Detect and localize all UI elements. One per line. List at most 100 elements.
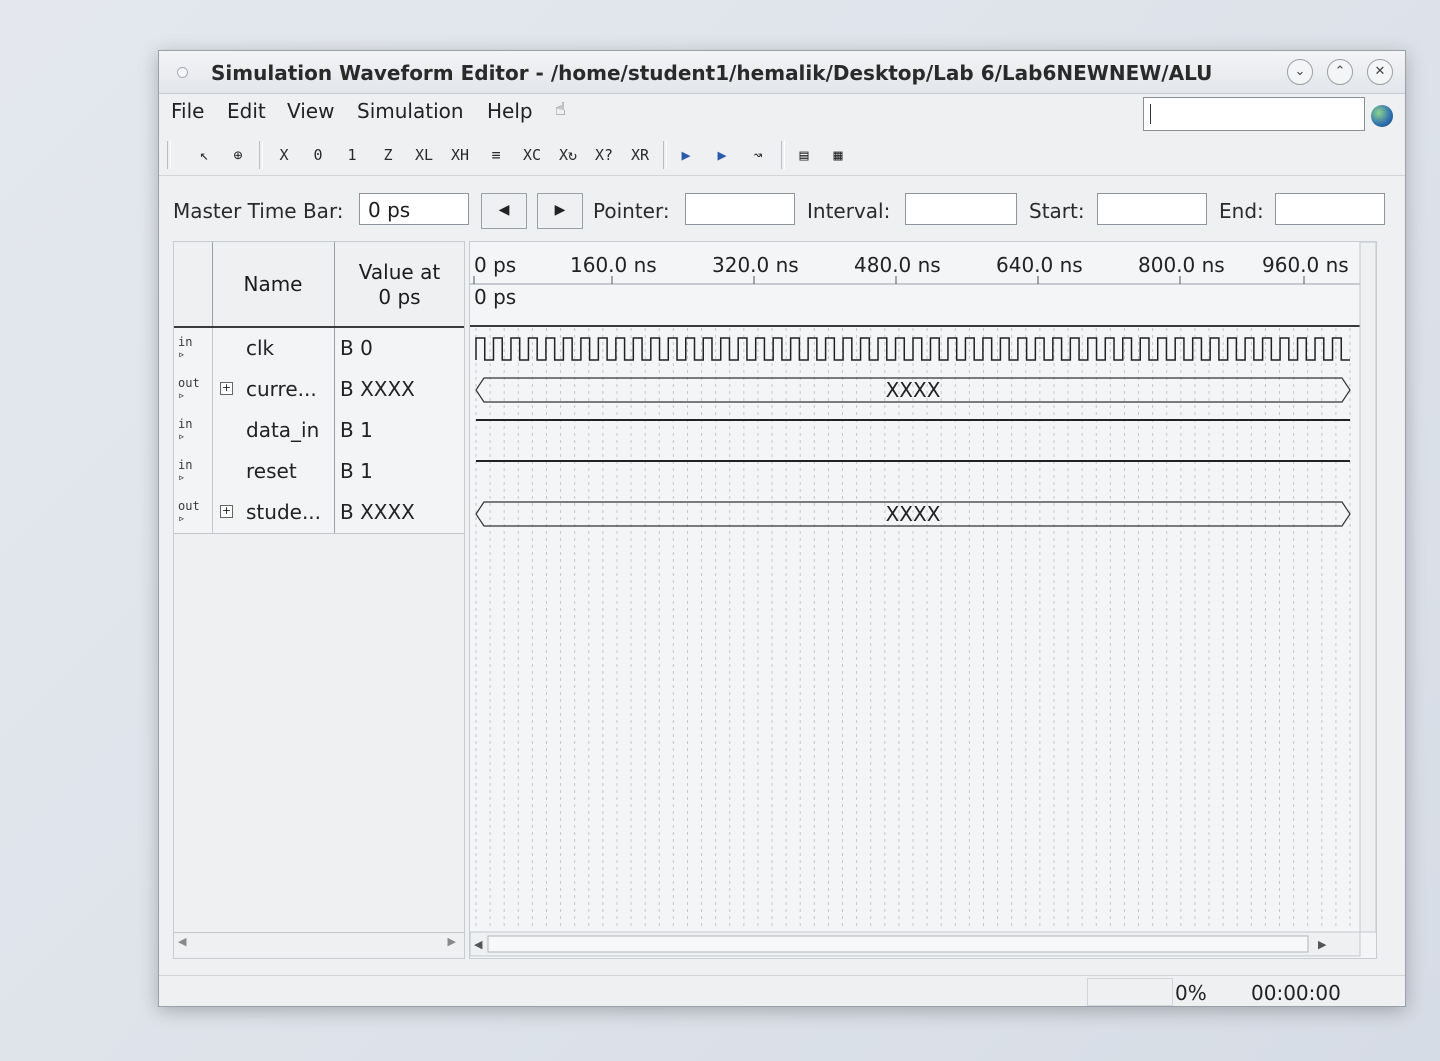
student-bus-value: XXXX <box>886 502 941 526</box>
progress-percent: 0% <box>1175 981 1207 1005</box>
column-divider <box>212 451 213 492</box>
scroll-left-icon[interactable]: ◀ <box>178 935 186 948</box>
count-value-icon[interactable]: XC <box>517 141 547 169</box>
title-bar: Simulation Waveform Editor - /home/stude… <box>159 51 1405 94</box>
signal-value: B 1 <box>340 418 373 442</box>
toolbar-separator <box>259 141 263 169</box>
column-divider <box>334 369 335 410</box>
signal-name: reset <box>246 459 297 483</box>
column-divider <box>212 410 213 451</box>
signal-row-current[interactable]: out ▹ + curre... B XXXX <box>174 369 464 411</box>
input-pin-icon: in ▹ <box>178 417 193 443</box>
signal-name: data_in <box>246 418 320 442</box>
waveform-panel[interactable]: 0 ps 160.0 ns 320.0 ns 480.0 ns 640.0 ns 800.… <box>469 241 1377 959</box>
time-tick-label: 960.0 ns <box>1262 253 1349 277</box>
waveform-editor-window: Simulation Waveform Editor - /home/stude… <box>158 50 1406 1007</box>
start-field[interactable] <box>1097 193 1207 225</box>
snap-to-grid-icon[interactable]: ▤ <box>789 141 819 169</box>
column-divider <box>334 410 335 451</box>
scrollbar-thumb <box>487 935 1309 953</box>
toolbar-grip <box>167 141 171 169</box>
icon-column-header <box>174 242 213 326</box>
clock-value-icon[interactable]: X↻ <box>553 141 583 169</box>
value-header-line1: Value at <box>358 260 441 284</box>
toolbar-separator <box>781 141 785 169</box>
help-pointer-icon[interactable]: ☝ <box>555 99 566 120</box>
status-bar: 0% 00:00:00 <box>159 975 1405 1006</box>
previous-transition-button[interactable]: ◀ <box>481 193 527 229</box>
name-panel-scrollbar[interactable]: ◀ ▶ <box>174 932 464 957</box>
signal-name-panel: Name Value at 0 ps in ▹ clk B 0 out ▹ + cu… <box>173 241 465 959</box>
menu-help[interactable]: Help <box>487 99 533 123</box>
window-menu-icon[interactable] <box>177 67 188 78</box>
expand-icon[interactable]: + <box>220 505 233 518</box>
forcing-low-icon[interactable]: 0 <box>303 141 333 169</box>
arbitrary-value-icon[interactable]: X? <box>589 141 619 169</box>
generate-netlist-icon[interactable]: ↝ <box>743 141 773 169</box>
invert-icon[interactable]: ≡ <box>481 141 511 169</box>
elapsed-time: 00:00:00 <box>1251 981 1341 1005</box>
current-bus-value: XXXX <box>886 378 941 402</box>
window-title: Simulation Waveform Editor - /home/stude… <box>211 61 1213 85</box>
next-transition-button[interactable]: ▶ <box>537 193 583 229</box>
minimize-button[interactable]: ⌄ <box>1287 59 1313 85</box>
selection-tool-icon[interactable]: ↖ <box>189 141 219 169</box>
scroll-right-icon[interactable]: ▶ <box>448 935 456 948</box>
column-divider <box>212 369 213 410</box>
high-impedance-icon[interactable]: Z <box>373 141 403 169</box>
expand-icon[interactable]: + <box>220 382 233 395</box>
pointer-field[interactable] <box>685 193 795 225</box>
master-time-bar-label: Master Time Bar: <box>173 199 344 223</box>
signal-value: B 0 <box>340 336 373 360</box>
signal-row-data-in[interactable]: in ▹ data_in B 1 <box>174 410 464 452</box>
name-column-header[interactable]: Name <box>212 242 335 326</box>
scroll-right-icon: ▶ <box>1318 938 1327 951</box>
time-tick-label: 0 ps <box>474 253 516 277</box>
waveform-canvas[interactable]: 0 ps 160.0 ns 320.0 ns 480.0 ns 640.0 ns 800.… <box>470 242 1376 958</box>
signal-value: B XXXX <box>340 500 415 524</box>
close-button[interactable]: ✕ <box>1367 59 1393 85</box>
globe-icon[interactable] <box>1371 105 1393 127</box>
cursor-time-label: 0 ps <box>474 285 516 309</box>
zoom-tool-icon[interactable]: ⊕ <box>223 141 253 169</box>
value-column-header[interactable]: Value at 0 ps <box>335 242 464 326</box>
functional-simulation-icon[interactable]: ▶ <box>671 141 701 169</box>
scroll-left-icon: ◀ <box>474 938 483 951</box>
menu-view[interactable]: View <box>287 99 334 123</box>
menu-edit[interactable]: Edit <box>227 99 266 123</box>
time-tick-label: 640.0 ns <box>996 253 1083 277</box>
search-input[interactable] <box>1143 97 1365 131</box>
end-field[interactable] <box>1275 193 1385 225</box>
output-pin-icon: out ▹ <box>178 499 200 525</box>
tick-labels: 0 ps 160.0 ns 320.0 ns 480.0 ns 640.0 ns 800.… <box>473 253 1349 284</box>
signal-name: curre... <box>246 377 317 401</box>
random-value-icon[interactable]: XR <box>625 141 655 169</box>
time-tick-label: 480.0 ns <box>854 253 941 277</box>
signal-name: stude... <box>246 500 322 524</box>
signal-row-student[interactable]: out ▹ + stude... B XXXX <box>174 492 464 534</box>
start-label: Start: <box>1029 199 1085 223</box>
weak-high-icon[interactable]: XH <box>445 141 475 169</box>
signal-row-clk[interactable]: in ▹ clk B 0 <box>174 328 464 370</box>
status-progress-box <box>1087 978 1173 1006</box>
master-time-bar-field[interactable]: 0 ps <box>359 193 469 225</box>
menu-file[interactable]: File <box>171 99 204 123</box>
interval-field[interactable] <box>905 193 1017 225</box>
weak-low-icon[interactable]: XL <box>409 141 439 169</box>
grid-lines <box>475 328 1351 930</box>
maximize-button[interactable]: ⌃ <box>1327 59 1353 85</box>
signal-table-header: Name Value at 0 ps <box>174 242 464 328</box>
column-divider <box>334 451 335 492</box>
menu-simulation[interactable]: Simulation <box>357 99 464 123</box>
output-pin-icon: out ▹ <box>178 376 200 402</box>
signal-row-reset[interactable]: in ▹ reset B 1 <box>174 451 464 493</box>
timing-simulation-icon[interactable]: ▶ <box>707 141 737 169</box>
forcing-high-icon[interactable]: 1 <box>337 141 367 169</box>
column-divider <box>334 492 335 533</box>
time-tick-label: 320.0 ns <box>712 253 799 277</box>
grid-size-icon[interactable]: ▦ <box>823 141 853 169</box>
column-divider <box>212 328 213 369</box>
time-bar-row: Master Time Bar: 0 ps ◀ ▶ Pointer: Inter… <box>159 181 1405 235</box>
forcing-unknown-icon[interactable]: X <box>269 141 299 169</box>
time-tick-label: 800.0 ns <box>1138 253 1225 277</box>
